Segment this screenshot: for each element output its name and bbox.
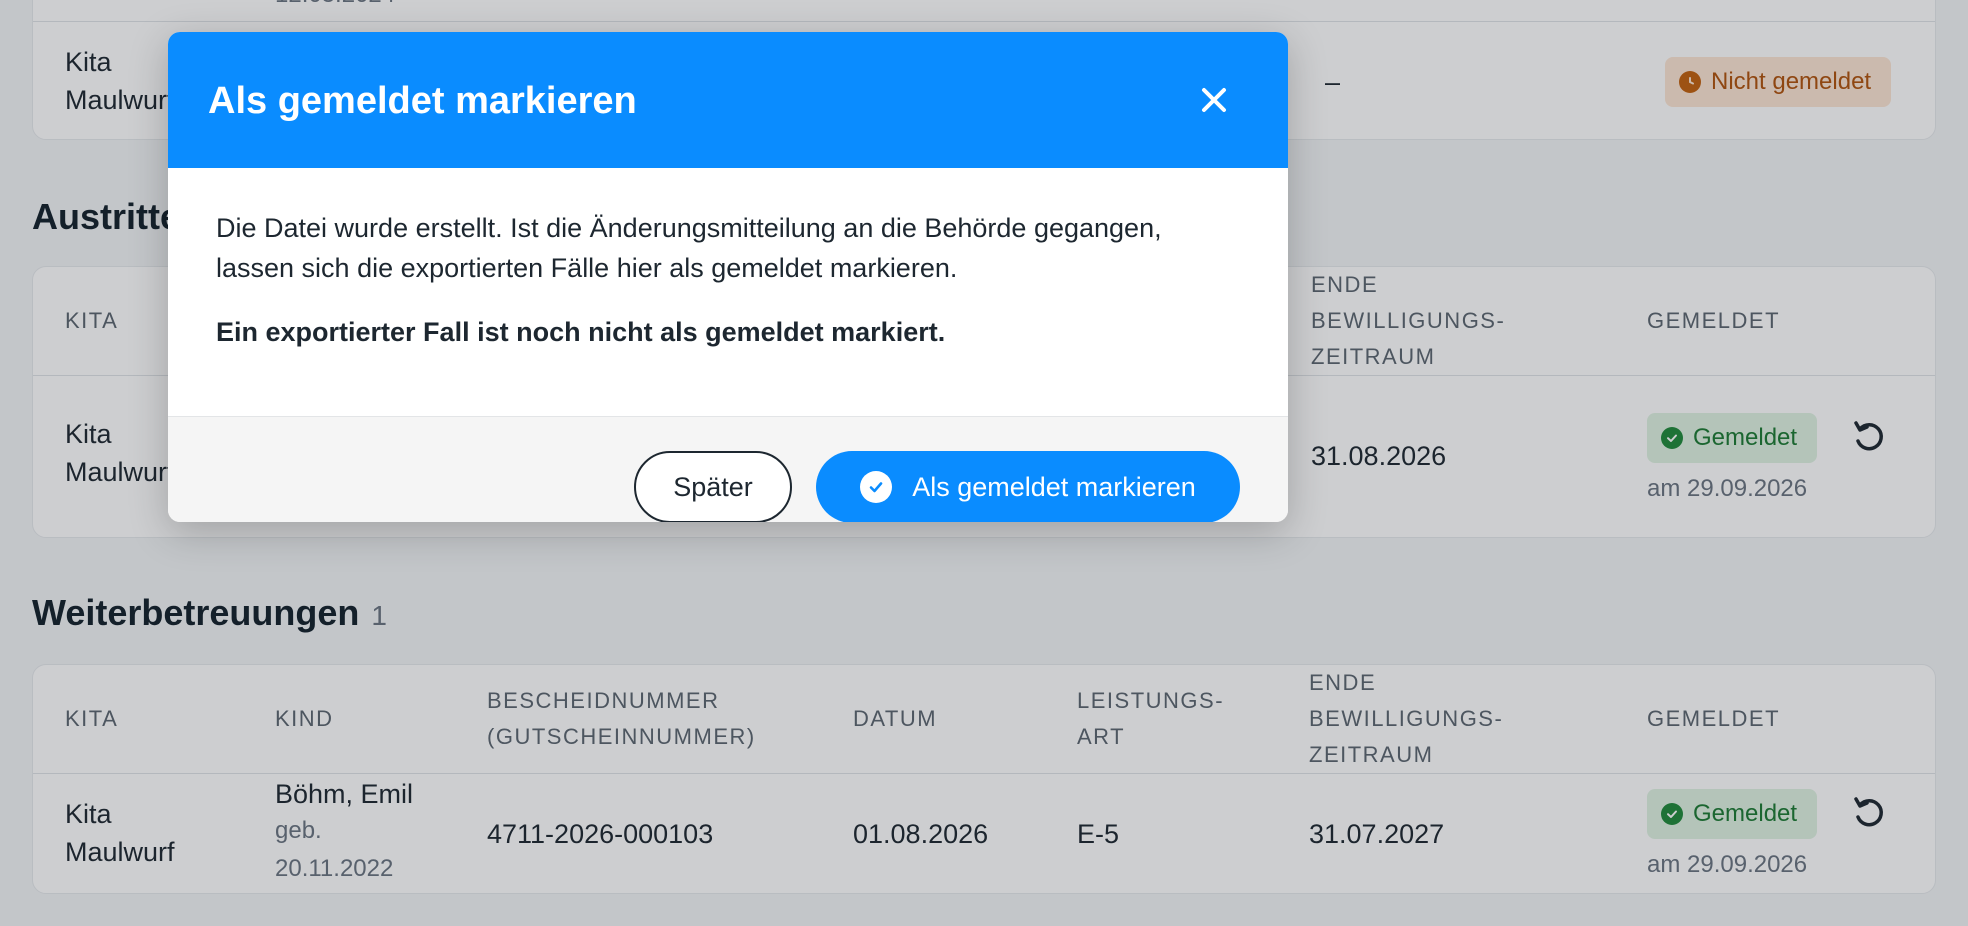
later-button[interactable]: Später: [634, 451, 792, 522]
mark-reported-label: Als gemeldet markieren: [912, 471, 1196, 502]
dialog-notice: Ein exportierter Fall ist noch nicht als…: [216, 317, 946, 347]
dialog-message: Die Datei wurde erstellt. Ist die Änderu…: [216, 213, 1162, 283]
dialog-header: Als gemeldet markieren: [168, 32, 1288, 168]
mark-reported-button[interactable]: Als gemeldet markieren: [816, 451, 1240, 522]
dialog-body: Die Datei wurde erstellt. Ist die Änderu…: [216, 208, 1240, 352]
page: 12.05.2024 Kita Maulwurf – Nicht gemelde…: [0, 0, 1968, 926]
dialog-footer: Später Als gemeldet markieren: [168, 416, 1288, 522]
check-icon: [860, 471, 893, 503]
dialog-title: Als gemeldet markieren: [208, 80, 637, 122]
close-icon[interactable]: [1196, 82, 1232, 118]
mark-reported-dialog: Als gemeldet markieren Die Datei wurde e…: [168, 32, 1288, 522]
